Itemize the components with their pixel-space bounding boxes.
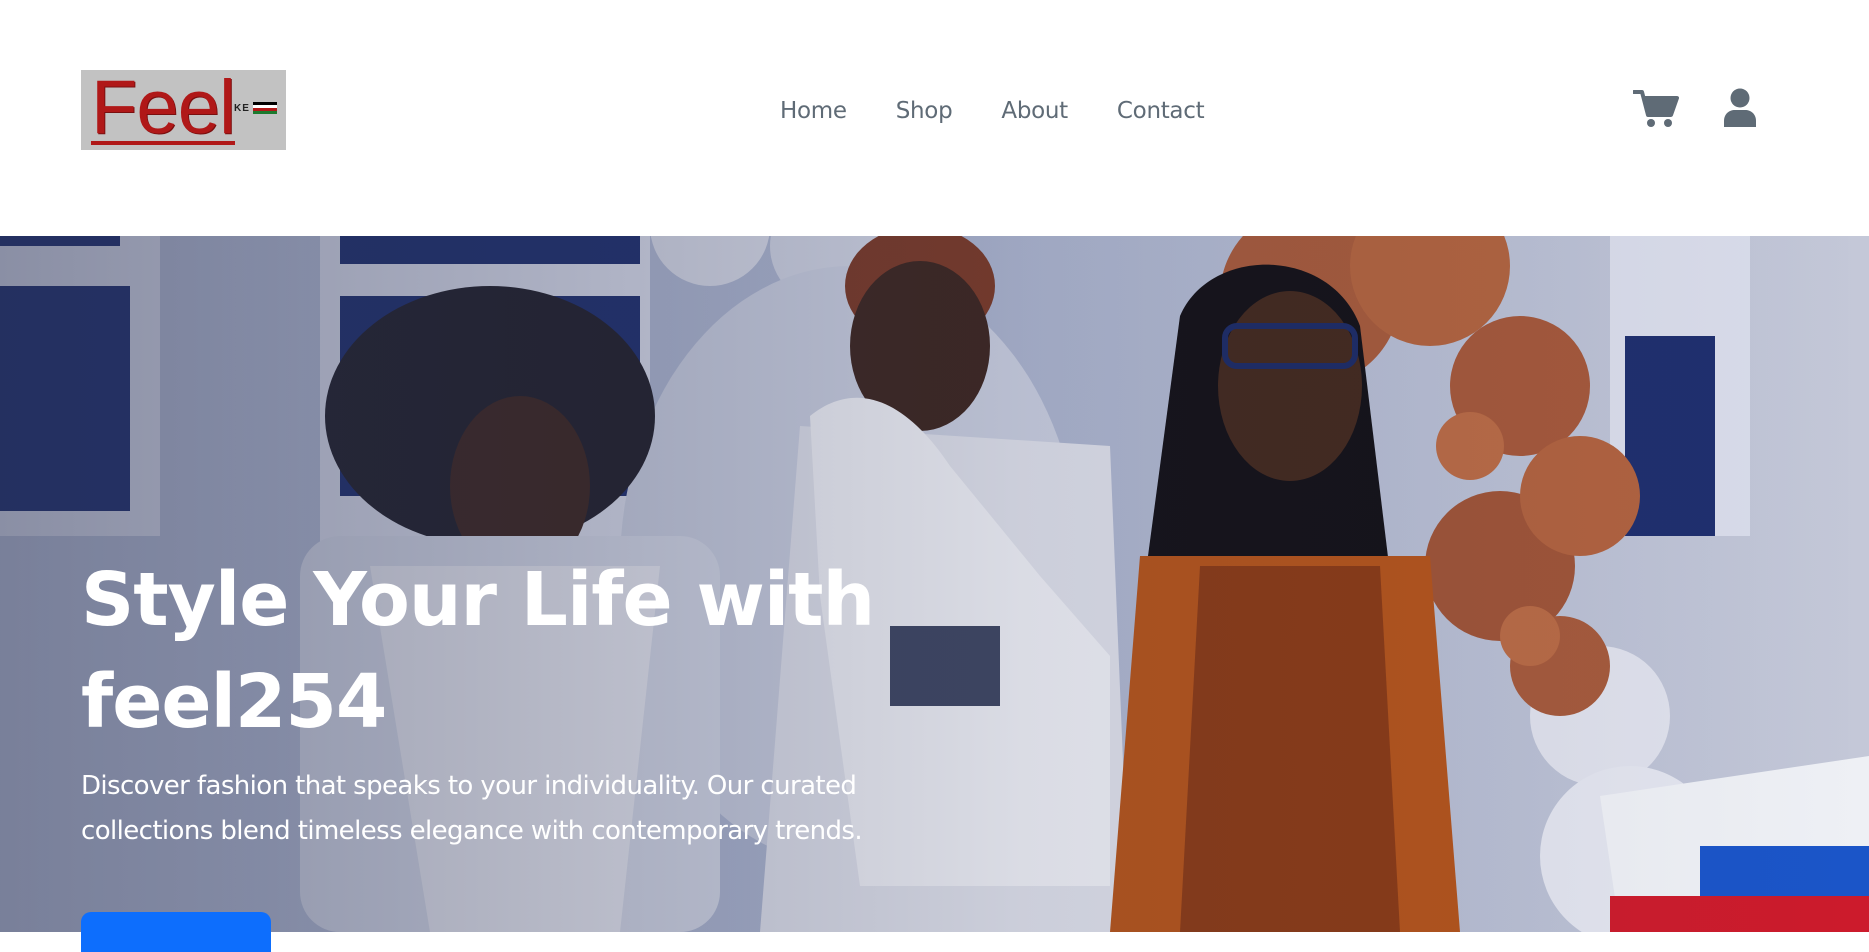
- logo-underline: [91, 141, 235, 145]
- hero-section: Style Your Life with feel254 Discover fa…: [0, 236, 1869, 932]
- brand-logo[interactable]: Feel KE: [81, 70, 286, 150]
- user-icon[interactable]: [1723, 88, 1757, 128]
- site-header: Feel KE Home Shop About Contact: [0, 0, 1869, 236]
- nav-shop[interactable]: Shop: [896, 93, 953, 129]
- hero-title: Style Your Life with feel254: [81, 557, 875, 745]
- hero-cta-button[interactable]: [81, 912, 271, 952]
- nav-about[interactable]: About: [1001, 93, 1068, 129]
- hero-subtitle: Discover fashion that speaks to your ind…: [81, 771, 863, 846]
- logo-country-code: KE: [234, 103, 250, 114]
- logo-wordmark: Feel: [91, 70, 236, 150]
- nav-contact[interactable]: Contact: [1117, 93, 1205, 129]
- nav-home[interactable]: Home: [780, 93, 847, 129]
- main-nav: Home Shop About Contact: [780, 93, 1205, 129]
- kenya-flag-icon: [253, 102, 277, 114]
- shopping-cart-icon[interactable]: [1632, 88, 1679, 128]
